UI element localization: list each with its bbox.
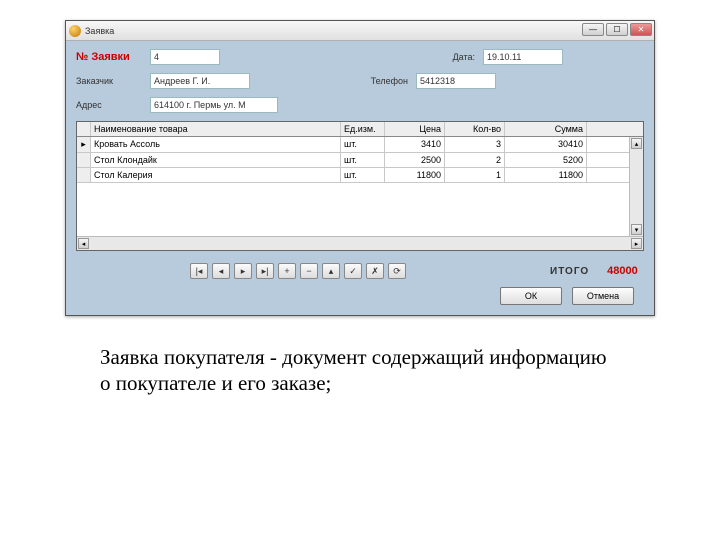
db-navigator: |◂ ◂ ▸ ▸| + − ▴ ✓ ✗ ⟳ ИТОГО 48000 [76,263,644,279]
window-title: Заявка [85,26,114,36]
minimize-button[interactable]: — [582,23,604,36]
app-icon [69,25,81,37]
ok-button[interactable]: ОК [500,287,562,305]
row-marker [77,153,91,167]
customer-label: Заказчик [76,76,146,86]
scroll-left-icon[interactable]: ◂ [78,238,89,249]
phone-input[interactable]: 5412318 [416,73,496,89]
grid-header: Наименование товара Ед.изм. Цена Кол-во … [77,122,643,137]
cell-unit[interactable]: шт. [341,137,385,152]
nav-prev-button[interactable]: ◂ [212,263,230,279]
col-name: Наименование товара [91,122,341,136]
cell-qty[interactable]: 1 [445,168,505,182]
cell-price[interactable]: 2500 [385,153,445,167]
address-label: Адрес [76,100,146,110]
cell-qty[interactable]: 2 [445,153,505,167]
scroll-up-icon[interactable]: ▴ [631,138,642,149]
cell-price[interactable]: 3410 [385,137,445,152]
horizontal-scrollbar[interactable]: ◂ ▸ [77,236,643,250]
total-label: ИТОГО [550,266,589,277]
customer-input[interactable]: Андреев Г. И. [150,73,250,89]
grid-body: ▸ Кровать Ассоль шт. 3410 3 30410 Стол К… [77,137,643,236]
items-grid[interactable]: Наименование товара Ед.изм. Цена Кол-во … [76,121,644,251]
phone-label: Телефон [353,76,408,86]
nav-delete-button[interactable]: − [300,263,318,279]
col-qty: Кол-во [445,122,505,136]
cell-unit[interactable]: шт. [341,168,385,182]
app-window: Заявка — ☐ ✕ № Заявки 4 Дата: 19.10.11 З… [65,20,655,316]
grid-row[interactable]: Стол Клондайк шт. 2500 2 5200 [77,153,643,168]
cell-qty[interactable]: 3 [445,137,505,152]
cell-name[interactable]: Стол Клондайк [91,153,341,167]
grid-row-indicator [77,122,91,136]
grid-row[interactable]: Стол Калерия шт. 11800 1 11800 [77,168,643,183]
address-input[interactable]: 614100 г. Пермь ул. М [150,97,278,113]
cell-sum[interactable]: 11800 [505,168,587,182]
nav-edit-button[interactable]: ▴ [322,263,340,279]
col-unit: Ед.изм. [341,122,385,136]
vertical-scrollbar[interactable]: ▴ ▾ [629,137,643,236]
row-marker [77,168,91,182]
nav-post-button[interactable]: ✓ [344,263,362,279]
cell-unit[interactable]: шт. [341,153,385,167]
scroll-down-icon[interactable]: ▾ [631,224,642,235]
maximize-button[interactable]: ☐ [606,23,628,36]
cell-sum[interactable]: 30410 [505,137,587,152]
row-marker: ▸ [77,137,91,152]
date-input[interactable]: 19.10.11 [483,49,563,65]
grid-row[interactable]: ▸ Кровать Ассоль шт. 3410 3 30410 [77,137,643,153]
nav-cancel-button[interactable]: ✗ [366,263,384,279]
total-value: 48000 [607,265,638,277]
date-label: Дата: [435,52,475,62]
col-sum: Сумма [505,122,587,136]
cell-name[interactable]: Кровать Ассоль [91,137,341,152]
cancel-button[interactable]: Отмена [572,287,634,305]
slide-caption: Заявка покупателя - документ содержащий … [100,344,620,397]
close-button[interactable]: ✕ [630,23,652,36]
titlebar: Заявка — ☐ ✕ [66,21,654,41]
nav-last-button[interactable]: ▸| [256,263,274,279]
scroll-right-icon[interactable]: ▸ [631,238,642,249]
cell-sum[interactable]: 5200 [505,153,587,167]
nav-first-button[interactable]: |◂ [190,263,208,279]
cell-price[interactable]: 11800 [385,168,445,182]
order-number-label: № Заявки [76,51,146,63]
order-number-input[interactable]: 4 [150,49,220,65]
nav-refresh-button[interactable]: ⟳ [388,263,406,279]
client-area: № Заявки 4 Дата: 19.10.11 Заказчик Андре… [66,41,654,315]
nav-add-button[interactable]: + [278,263,296,279]
nav-next-button[interactable]: ▸ [234,263,252,279]
cell-name[interactable]: Стол Калерия [91,168,341,182]
col-price: Цена [385,122,445,136]
